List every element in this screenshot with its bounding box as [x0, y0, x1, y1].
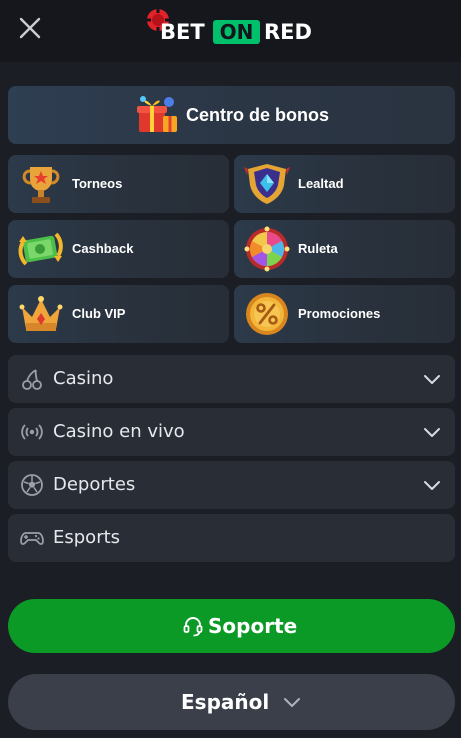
soccer-ball-icon	[21, 474, 43, 496]
loyalty-shield-icon	[244, 164, 290, 204]
tile-lealtad[interactable]: Lealtad	[234, 155, 455, 213]
chevron-down-icon[interactable]	[423, 476, 441, 494]
gift-icon	[137, 96, 177, 132]
language-label: Español	[181, 690, 270, 714]
tile-label: Club VIP	[72, 306, 126, 321]
chevron-down-icon[interactable]	[423, 370, 441, 388]
roulette-wheel-icon	[244, 226, 290, 272]
tile-label: Cashback	[72, 241, 134, 256]
close-icon[interactable]	[16, 14, 44, 42]
menu-item-casino[interactable]: Casino	[8, 355, 455, 403]
tile-label: Torneos	[72, 176, 123, 191]
chevron-down-icon	[284, 698, 300, 707]
support-button[interactable]: Soporte	[8, 599, 455, 653]
menu-item-label: Esports	[53, 527, 121, 548]
logo-red-text: RED	[264, 20, 312, 44]
header: BET ON RED	[0, 0, 461, 62]
tile-label: Promociones	[298, 306, 381, 321]
tile-torneos[interactable]: Torneos	[8, 155, 229, 213]
crown-icon	[19, 296, 63, 331]
brand-logo[interactable]: BET ON RED	[146, 8, 318, 48]
live-broadcast-icon	[21, 424, 43, 440]
tile-cashback[interactable]: Cashback	[8, 220, 229, 278]
tile-club-vip[interactable]: Club VIP	[8, 285, 229, 343]
menu-item-casino-en-vivo[interactable]: Casino en vivo	[8, 408, 455, 456]
headset-icon	[183, 617, 203, 637]
bonus-center-label: Centro de bonos	[186, 105, 329, 125]
chevron-down-icon[interactable]	[423, 423, 441, 441]
percent-coin-icon	[246, 293, 288, 335]
trophy-icon	[22, 167, 60, 203]
bonus-center-button[interactable]: Centro de bonos	[8, 86, 455, 144]
tile-label: Lealtad	[298, 176, 344, 191]
tile-promociones[interactable]: Promociones	[234, 285, 455, 343]
gamepad-icon	[20, 532, 44, 545]
menu-item-label: Casino en vivo	[53, 421, 185, 442]
cashback-icon	[18, 232, 63, 266]
tile-label: Ruleta	[298, 241, 338, 256]
logo-bet-text: BET	[160, 20, 205, 44]
menu-item-label: Deportes	[53, 474, 136, 495]
support-label: Soporte	[208, 614, 298, 638]
menu-item-label: Casino	[53, 368, 114, 389]
menu-item-deportes[interactable]: Deportes	[8, 461, 455, 509]
language-selector[interactable]: Español	[8, 674, 455, 730]
cherry-icon	[22, 369, 42, 390]
tile-ruleta[interactable]: Ruleta	[234, 220, 455, 278]
logo-on-text: ON	[213, 20, 260, 44]
menu-item-esports[interactable]: Esports	[8, 514, 455, 562]
